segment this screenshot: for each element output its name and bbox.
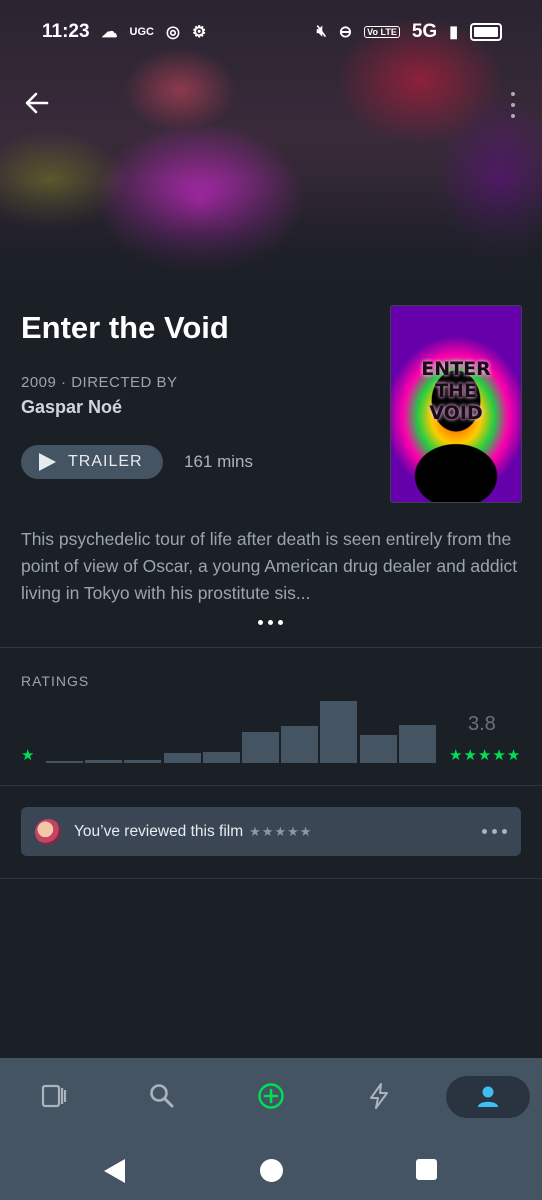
ratings-label: RATINGS [21,673,90,689]
synopsis[interactable]: This psychedelic tour of life after deat… [21,526,521,607]
runtime: 161 mins [184,452,253,471]
battery-icon [470,23,502,41]
histogram-bar [85,759,123,763]
back-button[interactable] [22,88,52,118]
histogram-bar [124,759,162,763]
trailer-label: TRAILER [68,453,143,470]
histogram-bar [46,761,83,763]
histogram-bar [359,735,397,763]
search-icon [150,1084,174,1108]
your-review-card[interactable]: You’ve reviewed this film ★★★★★ [21,807,521,856]
avatar [35,818,61,845]
dnd-icon: ⊖ [338,24,353,41]
low-star-icon: ★ [21,747,35,764]
play-icon [39,453,56,471]
add-icon [258,1083,284,1109]
bottom-tab-bar [0,1058,542,1134]
mute-icon: 🔇︎ [316,23,327,40]
average-rating: 3.8 [468,713,496,735]
histogram-bar [320,701,358,763]
film-title: Enter the Void [21,310,229,345]
instagram-icon: ◎ [166,24,180,41]
settings-icon: ⚙ [191,24,207,41]
poster-title: ENTER THE VOID [421,358,491,424]
status-time: 11:23 [42,21,90,42]
profile-icon [478,1086,498,1107]
histogram-bar [163,753,201,763]
divider [0,878,542,879]
film-meta: 2009 · DIRECTED BY [21,374,178,391]
high-stars-icon: ★★★★★ [449,747,522,764]
film-poster[interactable]: ENTER THE VOID [390,305,522,503]
histogram-bar [202,751,240,763]
review-more-button[interactable] [482,829,507,834]
tab-films[interactable] [12,1058,96,1134]
nav-recents-icon[interactable] [416,1159,437,1180]
volte-icon: Vo LTE [364,26,400,38]
network-label: 5G [411,21,438,42]
histogram-bar [242,732,279,763]
review-stars-icon: ★★★★★ [249,823,313,839]
nav-back-icon[interactable] [104,1159,125,1183]
review-status: You’ve reviewed this film [74,822,244,840]
histogram-bar [398,724,436,763]
tab-add[interactable] [229,1058,313,1134]
tab-search[interactable] [120,1058,204,1134]
tab-activity[interactable] [337,1058,421,1134]
cloud-icon: ☁ [101,24,118,41]
nav-home-icon[interactable] [260,1159,283,1182]
divider [0,785,542,786]
director-link[interactable]: Gaspar Noé [21,397,122,418]
histogram-bar [281,725,319,763]
signal-icon: ▮ [449,24,458,41]
lightning-icon [370,1083,388,1109]
directed-by-label: DIRECTED BY [71,374,178,391]
more-menu-button[interactable] [508,92,518,118]
expand-synopsis-button[interactable] [258,620,283,625]
films-icon [41,1084,67,1108]
ugc-icon: UGC [129,26,154,38]
arrow-left-icon [25,92,49,114]
ratings-histogram[interactable] [46,700,438,763]
status-bar: 11:23 ☁ UGC ◎ ⚙ 🔇︎ ⊖ Vo LTE 5G ▮ [0,0,542,64]
trailer-button[interactable]: TRAILER [21,445,163,479]
tab-profile[interactable] [446,1076,530,1118]
divider [0,647,542,648]
film-year: 2009 [21,374,57,391]
